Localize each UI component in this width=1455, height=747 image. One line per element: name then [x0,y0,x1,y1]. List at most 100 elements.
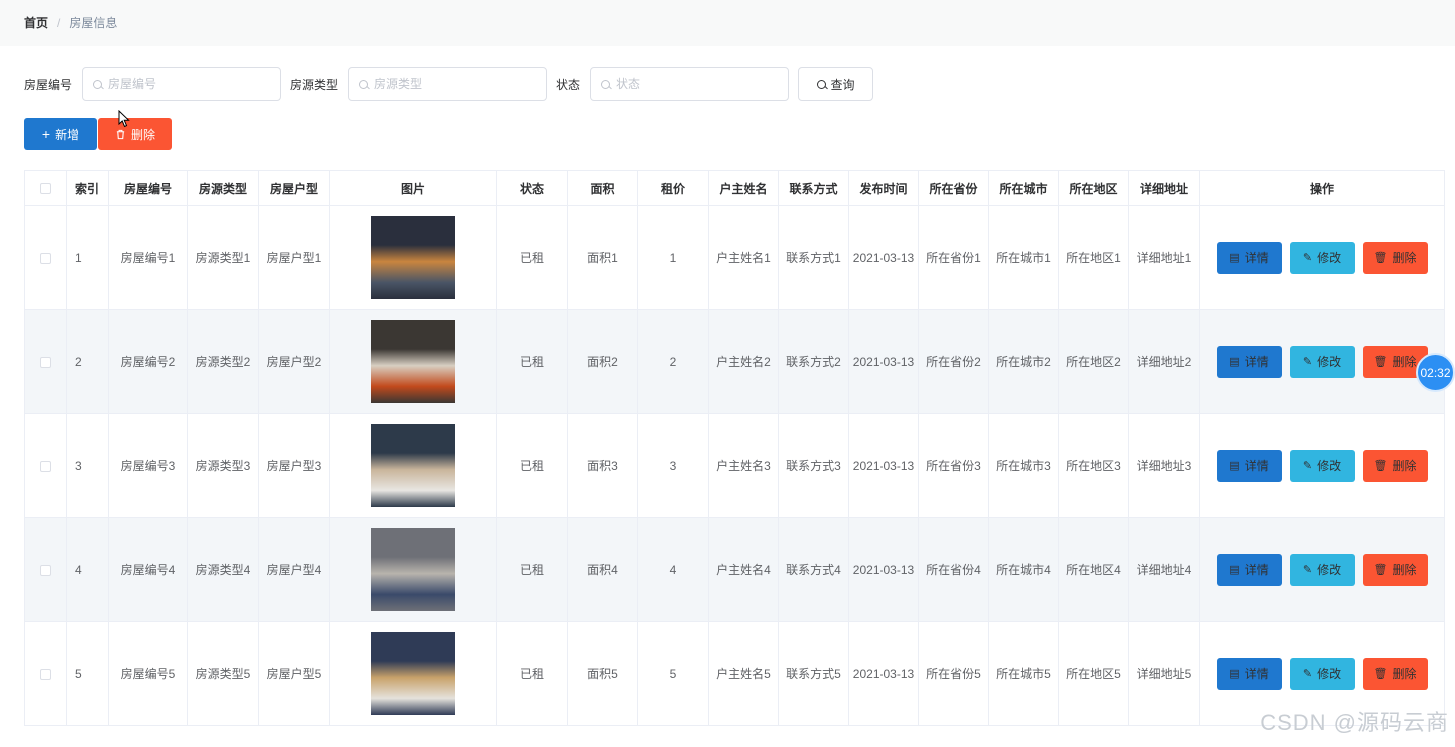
row-delete-button[interactable]: 🗑 删除 [1362,241,1428,274]
detail-button[interactable]: ▤ 详情 [1216,345,1282,378]
cell-image [329,205,497,310]
detail-button[interactable]: ▤ 详情 [1216,241,1282,274]
house-photo[interactable] [371,424,455,507]
detail-button[interactable]: ▤ 详情 [1216,657,1282,690]
row-delete-button[interactable]: 🗑 删除 [1362,553,1428,586]
cell-status: 已租 [496,517,568,622]
house-photo[interactable] [371,528,455,611]
house-table: 索引 房屋编号 房源类型 房屋户型 图片 状态 面积 租价 户主姓名 联系方式 … [24,170,1445,726]
cell-actions: ▤ 详情 ✎ 修改 🗑 删除 [1199,413,1445,518]
header-status: 状态 [496,170,568,206]
cell-actions: ▤ 详情 ✎ 修改 🗑 删除 [1199,309,1445,414]
cell-status: 已租 [496,413,568,518]
cell-province: 所在省份3 [918,413,989,518]
edit-button[interactable]: ✎ 修改 [1289,345,1355,378]
row-checkbox[interactable] [40,668,51,680]
search-input-code[interactable] [82,67,282,101]
header-layout: 房屋户型 [258,170,330,206]
search-input-status[interactable] [590,67,790,101]
header-contact: 联系方式 [778,170,849,206]
document-icon: ▤ [1229,563,1240,576]
cell-date: 2021-03-13 [848,309,919,414]
cell-city: 所在城市1 [988,205,1059,310]
header-rent: 租价 [637,170,709,206]
edit-button-label: 修改 [1317,562,1342,577]
header-index: 索引 [66,170,109,206]
cell-city: 所在城市2 [988,309,1059,414]
cell-city: 所在城市3 [988,413,1059,518]
row-select-cell[interactable] [24,205,67,310]
timer-badge[interactable]: 02:32 [1416,353,1455,392]
cell-district: 所在地区1 [1058,205,1129,310]
row-select-cell[interactable] [24,517,67,622]
query-button-label: 查询 [830,77,855,92]
cell-district: 所在地区5 [1058,621,1129,726]
add-button-label: 新增 [55,127,80,142]
breadcrumb-home[interactable]: 首页 [24,14,48,31]
cell-rent: 3 [637,413,709,518]
row-checkbox[interactable] [40,564,51,576]
query-button[interactable]: 查询 [798,67,874,101]
search-label-source: 房源类型 [290,77,339,92]
select-all-checkbox[interactable] [40,183,51,195]
trash-icon [116,129,125,139]
search-input-code-field[interactable] [108,77,269,91]
cell-source: 房源类型3 [187,413,259,518]
cell-area: 面积4 [567,517,638,622]
cell-image [329,309,497,414]
cell-source: 房源类型5 [187,621,259,726]
row-delete-button[interactable]: 🗑 删除 [1362,657,1428,690]
cell-image [329,621,497,726]
cell-contact: 联系方式4 [778,517,849,622]
edit-button[interactable]: ✎ 修改 [1289,241,1355,274]
detail-button-label: 详情 [1244,458,1269,473]
cell-rent: 2 [637,309,709,414]
row-checkbox[interactable] [40,460,51,472]
add-button[interactable]: + 新增 [24,118,97,150]
select-all-cell[interactable] [24,170,67,206]
cell-district: 所在地区2 [1058,309,1129,414]
row-select-cell[interactable] [24,413,67,518]
detail-button-label: 详情 [1244,354,1269,369]
delete-button[interactable]: 删除 [98,118,172,150]
row-checkbox[interactable] [40,356,51,368]
edit-button-label: 修改 [1317,354,1342,369]
cell-district: 所在地区3 [1058,413,1129,518]
edit-icon: ✎ [1302,459,1313,472]
detail-button-label: 详情 [1244,250,1269,265]
cell-rent: 4 [637,517,709,622]
cell-area: 面积3 [567,413,638,518]
row-select-cell[interactable] [24,309,67,414]
detail-button[interactable]: ▤ 详情 [1216,553,1282,586]
edit-button[interactable]: ✎ 修改 [1289,449,1355,482]
cell-area: 面积1 [567,205,638,310]
cell-address: 详细地址3 [1128,413,1200,518]
edit-button[interactable]: ✎ 修改 [1289,553,1355,586]
search-label-code: 房屋编号 [24,77,73,92]
cell-layout: 房屋户型3 [258,413,330,518]
detail-button[interactable]: ▤ 详情 [1216,449,1282,482]
table-row: 1 房屋编号1 房源类型1 房屋户型1 已租 面积1 1 户主姓名1 联系方式1 2021-03-… [24,205,1445,310]
house-photo[interactable] [371,216,455,299]
search-input-source[interactable] [348,67,548,101]
cell-area: 面积5 [567,621,638,726]
row-delete-button[interactable]: 🗑 删除 [1362,449,1428,482]
cell-layout: 房屋户型1 [258,205,330,310]
search-input-status-field[interactable] [616,77,777,91]
house-photo[interactable] [371,320,455,403]
cell-source: 房源类型2 [187,309,259,414]
cell-address: 详细地址5 [1128,621,1200,726]
cell-index: 1 [66,205,109,310]
row-checkbox[interactable] [40,252,51,264]
edit-button-label: 修改 [1317,458,1342,473]
search-input-source-field[interactable] [374,77,535,91]
edit-button[interactable]: ✎ 修改 [1289,657,1355,690]
detail-button-label: 详情 [1244,666,1269,681]
document-icon: ▤ [1229,459,1240,472]
cell-image [329,517,497,622]
plus-icon: + [41,126,51,142]
row-select-cell[interactable] [24,621,67,726]
cell-owner: 户主姓名5 [708,621,779,726]
cell-contact: 联系方式1 [778,205,849,310]
house-photo[interactable] [371,632,455,715]
